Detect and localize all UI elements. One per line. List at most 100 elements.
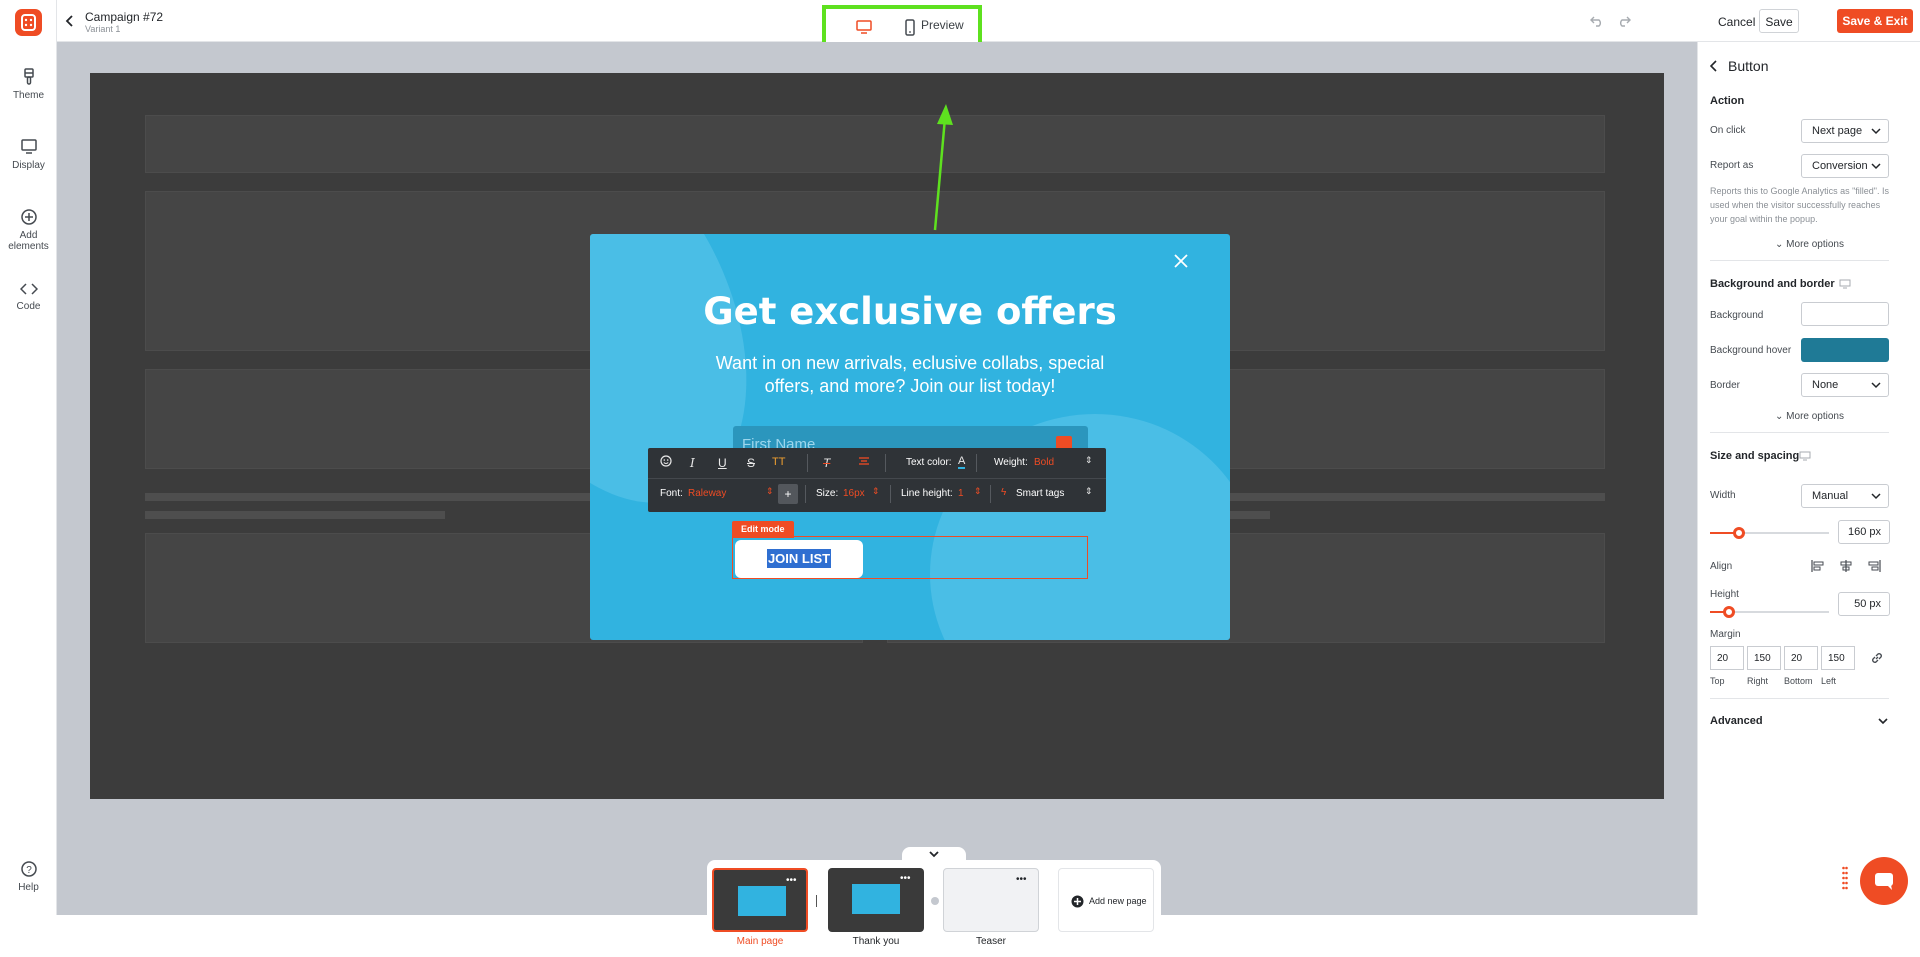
report-as-value: Conversion xyxy=(1812,160,1868,172)
updown-icon[interactable]: ⇕ xyxy=(1085,486,1093,497)
on-click-select[interactable]: Next page xyxy=(1801,119,1889,143)
save-button[interactable]: Save xyxy=(1759,9,1799,33)
divider xyxy=(1710,698,1889,699)
chevron-down-icon xyxy=(929,851,939,858)
panel-back-icon[interactable] xyxy=(1710,60,1718,72)
text-transform-icon[interactable]: TT xyxy=(772,456,785,468)
more-icon[interactable]: ••• xyxy=(1016,874,1027,885)
add-page-button[interactable]: Add new page xyxy=(1058,868,1154,932)
rail-item-add-elements[interactable]: Add elements xyxy=(0,208,57,252)
line-height-select[interactable]: 1 xyxy=(958,488,964,499)
width-mode-select[interactable]: Manual xyxy=(1801,484,1889,508)
desktop-icon xyxy=(1799,451,1811,461)
rail-label: Add elements xyxy=(8,230,49,252)
more-options-label: More options xyxy=(1786,411,1844,422)
separator xyxy=(807,454,808,472)
rail-label: Display xyxy=(12,160,45,171)
chevron-down-icon xyxy=(1871,128,1881,135)
width-mode-value: Manual xyxy=(1812,490,1849,502)
align-left-icon[interactable] xyxy=(1811,560,1825,572)
section-advanced[interactable]: Advanced xyxy=(1710,715,1763,727)
rail-item-code[interactable]: Code xyxy=(0,281,57,312)
text-color-swatch[interactable]: A xyxy=(958,456,966,469)
page-thumb-thank-you[interactable]: ••• xyxy=(828,868,924,932)
align-icon[interactable] xyxy=(858,455,870,467)
margin-bottom-input[interactable]: 20 xyxy=(1784,646,1818,670)
rail-item-display[interactable]: Display xyxy=(0,138,57,171)
mobile-icon[interactable] xyxy=(904,19,916,36)
font-select[interactable]: Raleway xyxy=(688,488,726,499)
chevron-down-icon xyxy=(1871,382,1881,389)
drag-handle-icon[interactable] xyxy=(1842,866,1848,890)
rail-item-help[interactable]: ? Help xyxy=(0,860,57,893)
back-icon[interactable] xyxy=(65,15,75,27)
more-icon[interactable]: ••• xyxy=(786,875,797,886)
updown-icon[interactable]: ⇕ xyxy=(1085,455,1093,466)
redo-icon[interactable] xyxy=(1617,15,1631,27)
align-center-icon[interactable] xyxy=(1839,560,1853,572)
report-as-select[interactable]: Conversion xyxy=(1801,154,1889,178)
cancel-button[interactable]: Cancel xyxy=(1718,15,1755,29)
join-list-text[interactable]: JOIN LIST xyxy=(766,549,832,568)
updown-icon[interactable]: ⇕ xyxy=(766,486,774,497)
strikethrough-icon[interactable]: S xyxy=(747,456,755,470)
save-exit-button[interactable]: Save & Exit xyxy=(1837,9,1913,33)
thumb-preview xyxy=(738,886,786,916)
page-label: Thank you xyxy=(852,936,900,947)
margin-right-label: Right xyxy=(1747,676,1769,686)
size-select[interactable]: 16px xyxy=(843,488,865,499)
close-icon[interactable] xyxy=(1173,253,1189,269)
emoji-icon[interactable] xyxy=(660,455,672,467)
desktop-icon[interactable] xyxy=(855,19,873,35)
smart-tags-button[interactable]: Smart tags xyxy=(1016,488,1064,499)
code-icon xyxy=(19,283,38,295)
more-options-label: More options xyxy=(1786,239,1844,250)
preview-button[interactable]: Preview xyxy=(921,18,964,32)
width-label: Width xyxy=(1710,490,1736,501)
slider-knob[interactable] xyxy=(1723,606,1736,618)
more-icon[interactable]: ••• xyxy=(900,873,911,884)
weight-label: Weight: xyxy=(994,457,1028,468)
add-font-button[interactable]: + xyxy=(778,484,798,504)
separator xyxy=(976,454,977,472)
app-logo[interactable] xyxy=(15,9,42,36)
margin-right-input[interactable]: 150 xyxy=(1747,646,1781,670)
left-rail: Theme Display Add elements Code ? Help xyxy=(0,0,57,915)
more-options-link[interactable]: ⌄ More options xyxy=(1698,239,1920,250)
margin-top-input[interactable]: 20 xyxy=(1710,646,1744,670)
border-select[interactable]: None xyxy=(1801,373,1889,397)
updown-icon[interactable]: ⇕ xyxy=(974,486,982,497)
page-thumb-main[interactable]: ••• xyxy=(712,868,808,932)
background-color-picker[interactable] xyxy=(1801,302,1889,326)
margin-label: Margin xyxy=(1710,629,1741,640)
more-options-link-2[interactable]: ⌄ More options xyxy=(1698,411,1920,422)
height-input[interactable]: 50 px xyxy=(1838,592,1890,616)
slider-knob[interactable] xyxy=(1732,527,1745,539)
chevron-down-icon[interactable] xyxy=(1878,718,1888,725)
chat-button[interactable] xyxy=(1860,857,1908,905)
height-slider[interactable] xyxy=(1710,606,1829,618)
link-icon[interactable] xyxy=(1870,651,1884,665)
updown-icon[interactable]: ⇕ xyxy=(872,486,880,497)
join-list-button[interactable]: JOIN LIST xyxy=(735,540,863,578)
brush-icon xyxy=(23,68,34,85)
rail-item-theme[interactable]: Theme xyxy=(0,68,57,101)
toolbar-row-2: Font: Raleway ⇕ + Size: 16px ⇕ Line heig… xyxy=(648,479,1106,509)
popup-text: Want in on new arrivals, eclusive collab… xyxy=(715,353,1105,396)
page-thumb-teaser[interactable]: ••• xyxy=(943,868,1039,932)
on-click-value: Next page xyxy=(1812,125,1863,137)
margin-left-input[interactable]: 150 xyxy=(1821,646,1855,670)
width-input[interactable]: 160 px xyxy=(1838,520,1890,544)
chevron-down-icon xyxy=(1871,493,1881,500)
underline-icon[interactable]: U xyxy=(718,456,727,470)
undo-icon[interactable] xyxy=(1590,15,1604,27)
align-right-icon[interactable] xyxy=(1867,560,1881,572)
size-label: Size: xyxy=(816,488,839,499)
clear-format-icon[interactable]: T xyxy=(823,456,830,470)
chevron-down-icon: ⌄ xyxy=(1775,239,1787,250)
separator xyxy=(890,485,891,503)
weight-select[interactable]: Bold xyxy=(1034,457,1054,468)
background-hover-color-picker[interactable] xyxy=(1801,338,1889,362)
width-slider[interactable] xyxy=(1710,527,1829,539)
italic-icon[interactable]: I xyxy=(690,456,695,470)
